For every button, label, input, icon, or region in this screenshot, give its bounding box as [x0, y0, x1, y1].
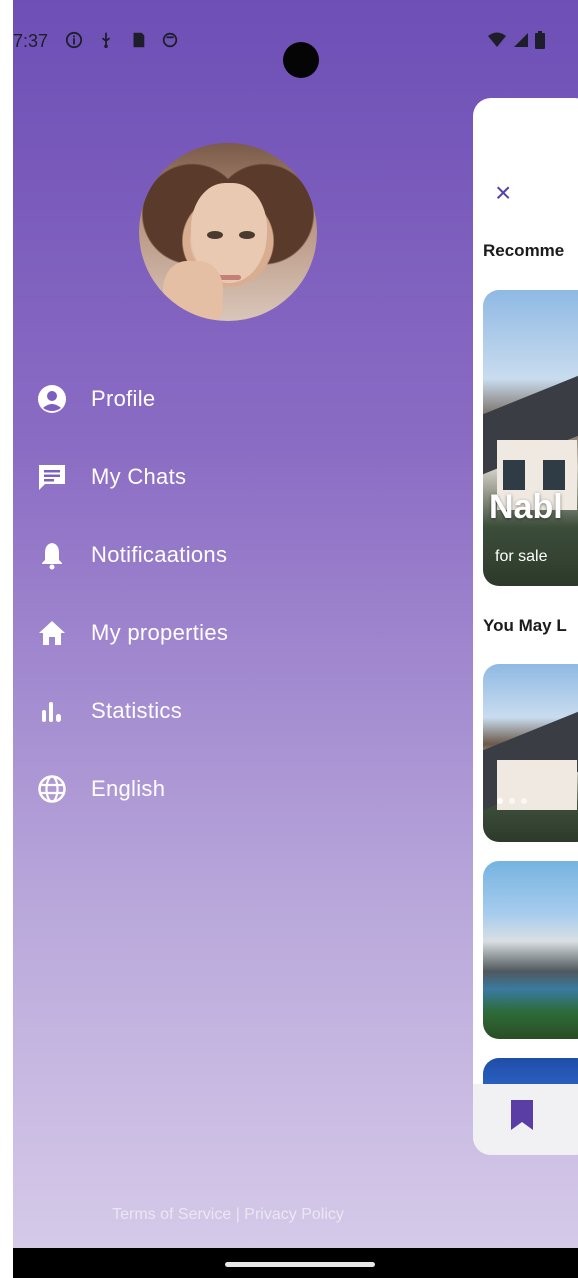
avatar-eye	[239, 231, 255, 239]
camera-cutout	[283, 42, 319, 78]
home-icon	[37, 618, 67, 648]
house-window	[543, 460, 565, 490]
property-status: for sale	[495, 548, 548, 565]
menu-item-label: My Chats	[91, 464, 187, 489]
close-icon[interactable]: ×	[495, 177, 511, 209]
menu-item-label: Notificaations	[91, 542, 228, 567]
house-window	[503, 460, 525, 490]
bell-icon	[37, 540, 67, 570]
menu-item-language[interactable]: English	[37, 750, 477, 828]
bar-chart-icon	[37, 696, 67, 726]
section-title-recommended: Recomme	[483, 241, 565, 260]
menu-item-profile[interactable]: Profile	[37, 360, 477, 438]
carousel-dot	[497, 798, 503, 804]
legal-links[interactable]: Terms of Service | Privacy Policy	[13, 1206, 443, 1224]
drawer-menu: Profile My Chats Notificaations My prope…	[37, 360, 477, 828]
battery-icon	[535, 31, 545, 49]
chat-icon	[37, 462, 67, 492]
system-nav-bar	[13, 1248, 578, 1278]
carousel-dot	[509, 798, 515, 804]
menu-item-my-properties[interactable]: My properties	[37, 594, 477, 672]
section-title-you-may-like: You May L	[483, 616, 567, 635]
menu-item-label: English	[91, 776, 166, 801]
status-right-icons	[487, 31, 545, 49]
menu-item-label: Profile	[91, 386, 156, 411]
home-gesture-handle[interactable]	[225, 1262, 375, 1267]
signal-icon	[514, 33, 528, 47]
usb-icon	[101, 32, 111, 49]
account-circle-icon	[37, 384, 67, 414]
globe-icon	[37, 774, 67, 804]
info-icon	[65, 31, 83, 49]
property-card[interactable]	[483, 861, 578, 1039]
featured-property-card[interactable]: Nabl for sale	[483, 290, 578, 586]
bookmark-icon[interactable]	[509, 1098, 535, 1132]
status-time: 7:37	[13, 31, 49, 51]
menu-item-my-chats[interactable]: My Chats	[37, 438, 477, 516]
menu-item-notifications[interactable]: Notificaations	[37, 516, 477, 594]
wifi-icon	[488, 32, 506, 47]
sync-icon	[162, 32, 178, 48]
avatar-hand	[163, 261, 223, 321]
screen-edge	[0, 0, 13, 1278]
property-title: Nabl	[489, 488, 563, 526]
status-left-icons	[65, 31, 179, 49]
sd-card-icon	[133, 32, 145, 48]
avatar-eye	[207, 231, 223, 239]
menu-item-label: My properties	[91, 620, 229, 645]
profile-avatar[interactable]	[139, 143, 317, 321]
property-card[interactable]	[483, 664, 578, 842]
carousel-dot	[521, 798, 527, 804]
bottom-nav	[473, 1084, 578, 1155]
main-page-card[interactable]: × Recomme Nabl for sale You May L	[473, 98, 578, 1155]
menu-item-label: Statistics	[91, 698, 183, 723]
carousel-dots	[497, 798, 527, 804]
status-bar: 7:37	[13, 22, 578, 78]
menu-item-statistics[interactable]: Statistics	[37, 672, 477, 750]
